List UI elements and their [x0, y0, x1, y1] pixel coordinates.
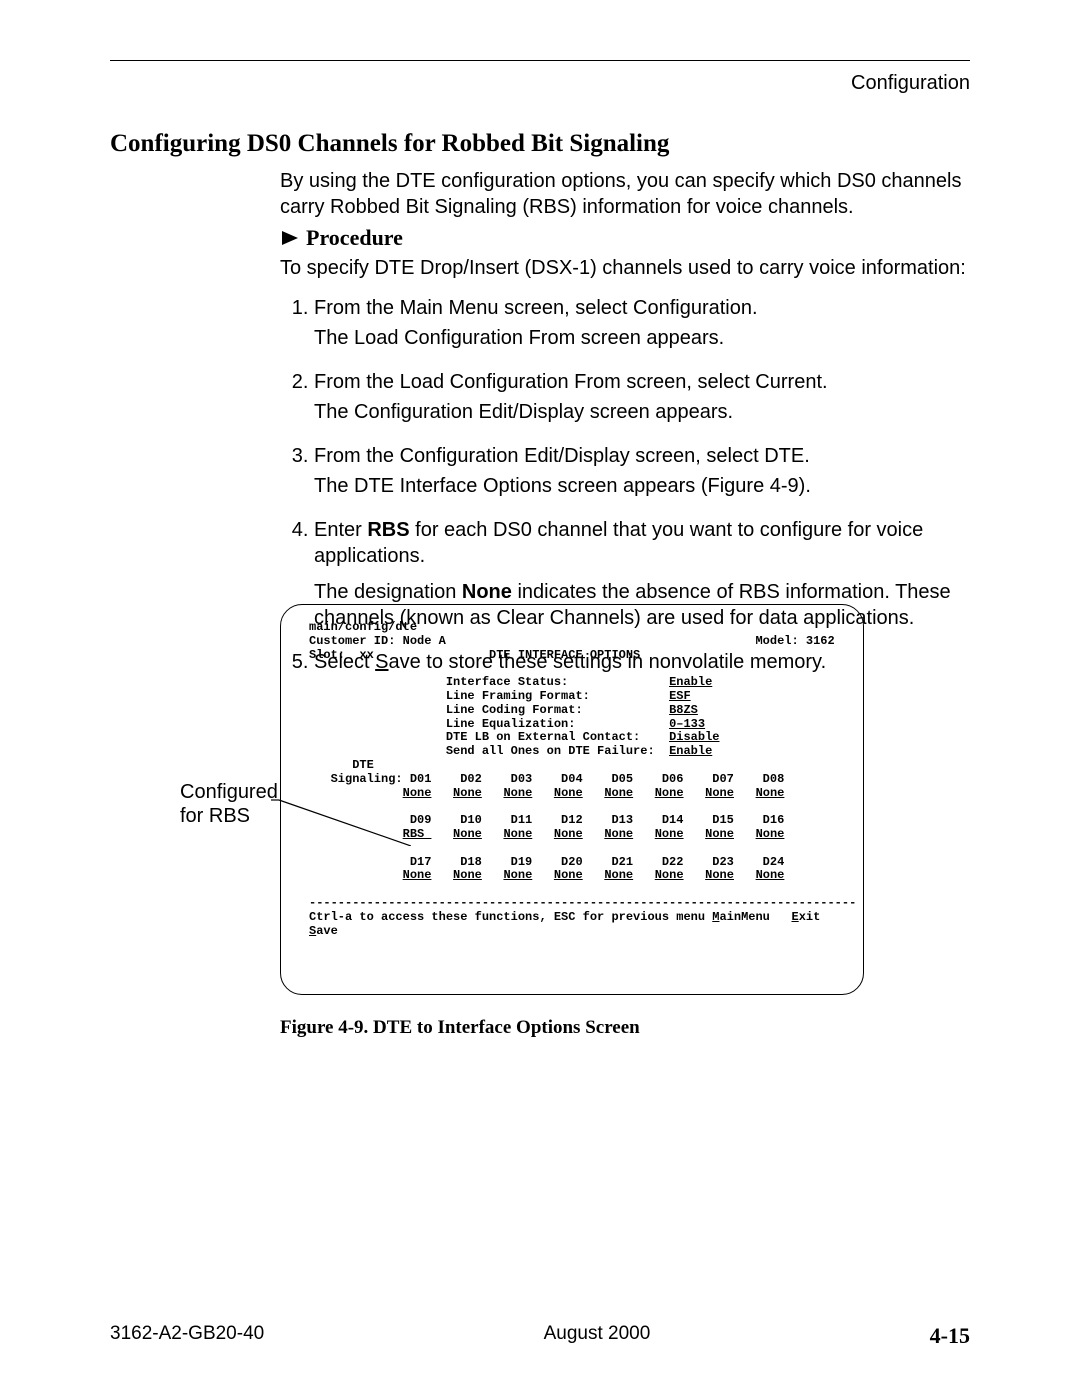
triangle-right-icon	[282, 231, 298, 245]
terminal-content: main/config/dte Customer ID: Node A Mode…	[280, 604, 864, 995]
footer-doc-id: 3162-A2-GB20-40	[110, 1323, 264, 1349]
page-footer: 3162-A2-GB20-40 August 2000 4-15	[110, 1323, 970, 1349]
section-heading: Configuring DS0 Channels for Robbed Bit …	[110, 130, 669, 158]
step-2: From the Load Configuration From screen,…	[314, 369, 970, 425]
page-number: 4-15	[930, 1323, 970, 1349]
header-rule	[110, 60, 970, 61]
intro-paragraph: By using the DTE configuration options, …	[280, 168, 970, 220]
document-page: Configuration Configuring DS0 Channels f…	[0, 0, 1080, 1397]
procedure-label: Procedure	[306, 225, 403, 251]
procedure-heading: Procedure	[282, 225, 403, 251]
footer-date: August 2000	[544, 1323, 651, 1349]
terminal-screenshot: main/config/dte Customer ID: Node A Mode…	[280, 604, 864, 995]
step-1: From the Main Menu screen, select Config…	[314, 295, 970, 351]
callout-label: Configured for RBS	[180, 780, 278, 828]
procedure-intro: To specify DTE Drop/Insert (DSX-1) chann…	[280, 255, 970, 281]
figure-caption: Figure 4-9. DTE to Interface Options Scr…	[280, 1017, 640, 1039]
step-3: From the Configuration Edit/Display scre…	[314, 443, 970, 499]
running-header: Configuration	[851, 72, 970, 95]
